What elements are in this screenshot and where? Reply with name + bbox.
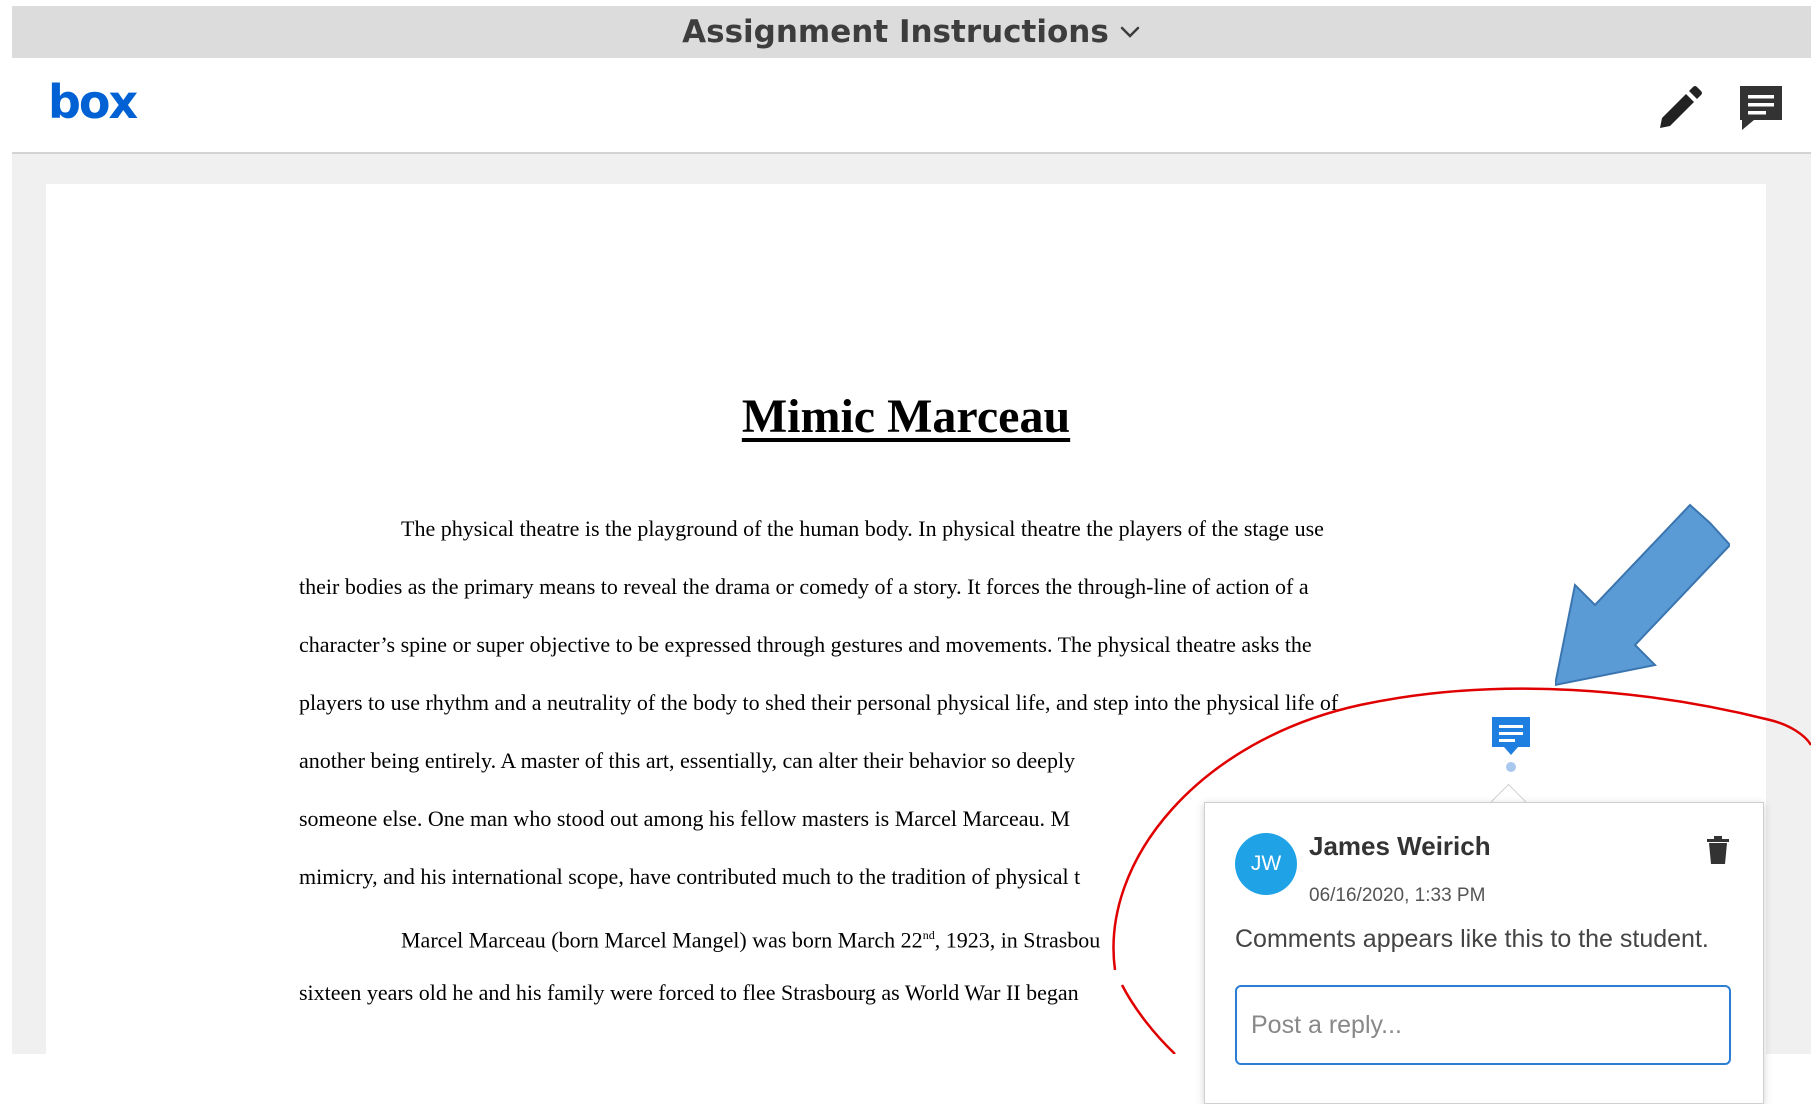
ordinal-suffix: nd bbox=[922, 928, 935, 942]
document-line-text: Marcel Marceau (born Marcel Mangel) was … bbox=[401, 927, 923, 953]
pencil-icon[interactable] bbox=[1652, 84, 1704, 136]
comment-text: Comments appears like this to the studen… bbox=[1235, 925, 1709, 953]
avatar: JW bbox=[1235, 833, 1297, 895]
app-bar: box bbox=[12, 58, 1811, 154]
comment-icon[interactable] bbox=[1734, 80, 1788, 134]
comment-marker-icon[interactable] bbox=[1490, 715, 1534, 773]
document-line: The physical theatre is the playground o… bbox=[401, 516, 1324, 541]
document-line: another being entirely. A master of this… bbox=[299, 748, 1076, 773]
annotation-arrow bbox=[1555, 503, 1730, 687]
document-line: their bodies as the primary means to rev… bbox=[299, 574, 1309, 599]
trash-icon[interactable] bbox=[1705, 835, 1731, 865]
title-bar[interactable]: Assignment Instructions bbox=[12, 6, 1811, 58]
assignment-title[interactable]: Assignment Instructions bbox=[682, 14, 1109, 50]
box-logo: box bbox=[48, 78, 138, 129]
reply-input[interactable] bbox=[1235, 985, 1731, 1065]
document-title: Mimic Marceau bbox=[741, 390, 1071, 443]
document-line: players to use rhythm and a neutrality o… bbox=[299, 690, 1339, 715]
comment-popup: JW James Weirich 06/16/2020, 1:33 PM Com… bbox=[1204, 802, 1764, 1104]
chevron-down-icon[interactable] bbox=[1119, 21, 1141, 43]
comment-timestamp: 06/16/2020, 1:33 PM bbox=[1309, 885, 1486, 906]
document-line-text: , 1923, in Strasbou bbox=[934, 927, 1101, 953]
document-line: character’s spine or super objective to … bbox=[299, 632, 1312, 657]
svg-text:box: box bbox=[48, 78, 138, 129]
comment-author: James Weirich bbox=[1309, 831, 1491, 861]
